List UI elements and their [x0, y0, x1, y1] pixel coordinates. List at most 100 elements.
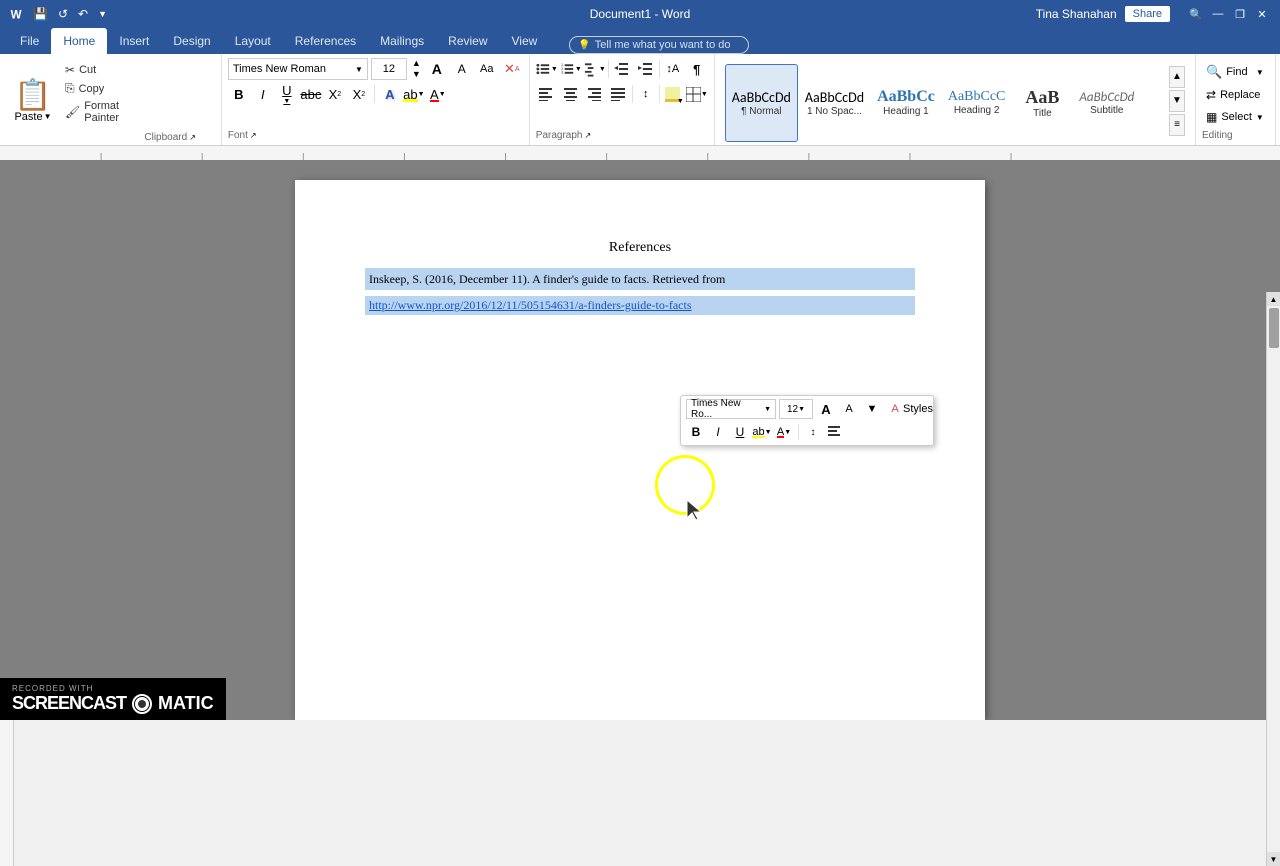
watermark-brand: SCREENCAST MATIC: [12, 693, 214, 714]
paste-dropdown-icon[interactable]: ▼: [44, 112, 52, 121]
find-button[interactable]: 🔍 Find ▼: [1202, 62, 1268, 82]
mini-para-spacing-btn[interactable]: ↕: [803, 422, 823, 442]
align-left-btn[interactable]: [536, 83, 558, 105]
mini-bold-btn[interactable]: B: [686, 422, 706, 442]
italic-button[interactable]: I: [252, 83, 274, 105]
style-heading1[interactable]: AaBbCc Heading 1: [871, 64, 941, 142]
change-case-btn[interactable]: Aa: [476, 58, 498, 80]
format-painter-button[interactable]: 🖌 Format Painter: [62, 99, 125, 125]
align-center-btn[interactable]: [560, 83, 582, 105]
scroll-thumb[interactable]: [1269, 308, 1279, 348]
citation-text[interactable]: Inskeep, S. (2016, December 11). A finde…: [365, 268, 915, 290]
font-size-shrink-btn[interactable]: A: [451, 58, 473, 80]
replace-button[interactable]: ⇄ Replace: [1202, 86, 1268, 104]
save-quick-btn[interactable]: 💾: [30, 5, 51, 23]
mini-align-btn[interactable]: [825, 422, 845, 442]
style-subtitle-preview: AaBbCcDd: [1079, 90, 1134, 105]
style-no-spacing[interactable]: AaBbCcDd 1 No Spac...: [799, 64, 870, 142]
strikethrough-btn[interactable]: abc: [300, 83, 322, 105]
styles-more[interactable]: ≡: [1169, 114, 1185, 136]
find-icon: 🔍: [1206, 64, 1222, 80]
style-heading2[interactable]: AaBbCcC Heading 2: [942, 64, 1012, 142]
scroll-down-arrow[interactable]: ▼: [1267, 852, 1280, 866]
share-button[interactable]: Share: [1125, 6, 1170, 22]
mini-font-size-input[interactable]: 12 ▼: [779, 399, 813, 419]
copy-button[interactable]: ⎘ Copy: [62, 80, 125, 97]
mini-font-name-dropdown[interactable]: Times New Ro... ▼: [686, 399, 776, 419]
search-btn[interactable]: 🔍: [1186, 4, 1206, 24]
mini-grow-btn[interactable]: A: [816, 399, 836, 419]
undo-quick-btn[interactable]: ↶: [75, 5, 91, 23]
mini-styles-label[interactable]: Styles: [908, 399, 928, 419]
numbering-btn[interactable]: 1.2.3. ▼: [560, 58, 582, 80]
shading-btn[interactable]: ▼: [662, 83, 684, 105]
styles-scroll-up[interactable]: ▲: [1169, 66, 1185, 88]
tab-review[interactable]: Review: [436, 28, 499, 54]
mini-shrink-btn[interactable]: A: [839, 399, 859, 419]
more-quick-btn[interactable]: ▼: [95, 7, 110, 21]
underline-dropdown[interactable]: ▼: [283, 98, 290, 105]
scroll-up-arrow[interactable]: ▲: [1267, 292, 1280, 306]
select-button[interactable]: ▦ Select ▼: [1202, 108, 1268, 126]
font-size-increase[interactable]: ▲: [410, 58, 423, 69]
style-subtitle[interactable]: AaBbCcDd Subtitle: [1073, 64, 1140, 142]
mini-font-color-btn[interactable]: A ▼: [774, 422, 794, 442]
text-effect-btn[interactable]: A: [379, 83, 401, 105]
clear-format-btn[interactable]: ✕A: [501, 58, 523, 80]
font-size-grow-btn[interactable]: A: [426, 58, 448, 80]
subscript-btn[interactable]: X2: [324, 83, 346, 105]
autosave-btn[interactable]: ↺: [55, 5, 71, 23]
copy-label: Copy: [79, 83, 105, 95]
font-color-btn[interactable]: A ▼: [427, 83, 449, 105]
font-size-decrease[interactable]: ▼: [410, 69, 423, 80]
citation-url[interactable]: http://www.npr.org/2016/12/11/505154631/…: [365, 296, 915, 315]
tab-file[interactable]: File: [8, 28, 51, 54]
tell-me-search[interactable]: 💡 Tell me what you want to do: [569, 36, 749, 54]
font-size-input[interactable]: 12: [371, 58, 407, 80]
close-btn[interactable]: ✕: [1252, 4, 1272, 24]
style-title[interactable]: AaB Title: [1012, 64, 1072, 142]
mini-format-btn2[interactable]: A: [885, 399, 905, 419]
font-expand-icon[interactable]: ↗: [250, 131, 257, 140]
style-normal[interactable]: AaBbCcDd ¶ Normal: [725, 64, 798, 142]
line-spacing-btn[interactable]: ↕: [635, 83, 657, 105]
find-arrow[interactable]: ▼: [1256, 68, 1264, 77]
style-heading1-label: Heading 1: [883, 106, 929, 117]
select-arrow[interactable]: ▼: [1256, 113, 1264, 122]
minimize-btn[interactable]: —: [1208, 4, 1228, 24]
show-marks-btn[interactable]: ¶: [686, 58, 708, 80]
mini-highlight-btn[interactable]: ab ▼: [752, 422, 772, 442]
bullets-btn[interactable]: ▼: [536, 58, 558, 80]
tab-home[interactable]: Home: [51, 28, 107, 54]
mini-format-btn1[interactable]: ▼: [862, 399, 882, 419]
tab-layout[interactable]: Layout: [223, 28, 283, 54]
tab-design[interactable]: Design: [161, 28, 222, 54]
style-subtitle-label: Subtitle: [1090, 105, 1123, 116]
mini-italic-btn[interactable]: I: [708, 422, 728, 442]
paste-button[interactable]: 📋 Paste ▼: [8, 58, 58, 145]
vertical-scrollbar[interactable]: ▲ ▼: [1266, 292, 1280, 866]
decrease-indent-btn[interactable]: [611, 58, 633, 80]
restore-btn[interactable]: ❐: [1230, 4, 1250, 24]
mini-underline-btn[interactable]: U: [730, 422, 750, 442]
font-name-dropdown[interactable]: Times New Roman ▼: [228, 58, 368, 80]
tab-references[interactable]: References: [283, 28, 368, 54]
cut-button[interactable]: ✂ Cut: [62, 62, 125, 78]
clipboard-expand-icon[interactable]: ↗: [189, 133, 196, 142]
justify-btn[interactable]: [608, 83, 630, 105]
tab-mailings[interactable]: Mailings: [368, 28, 436, 54]
tab-insert[interactable]: Insert: [107, 28, 161, 54]
styles-scroll-down[interactable]: ▼: [1169, 90, 1185, 112]
text-highlight-btn[interactable]: ab ▼: [403, 83, 425, 105]
tab-view[interactable]: View: [500, 28, 550, 54]
scroll-track[interactable]: [1267, 306, 1280, 852]
borders-btn[interactable]: ▼: [686, 83, 708, 105]
sort-btn[interactable]: ↕A: [662, 58, 684, 80]
paragraph-expand-icon[interactable]: ↗: [584, 131, 591, 140]
bold-button[interactable]: B: [228, 83, 250, 105]
superscript-btn[interactable]: X2: [348, 83, 370, 105]
increase-indent-btn[interactable]: [635, 58, 657, 80]
underline-button[interactable]: U ▼: [276, 83, 298, 105]
multilevel-list-btn[interactable]: ▼: [584, 58, 606, 80]
align-right-btn[interactable]: [584, 83, 606, 105]
